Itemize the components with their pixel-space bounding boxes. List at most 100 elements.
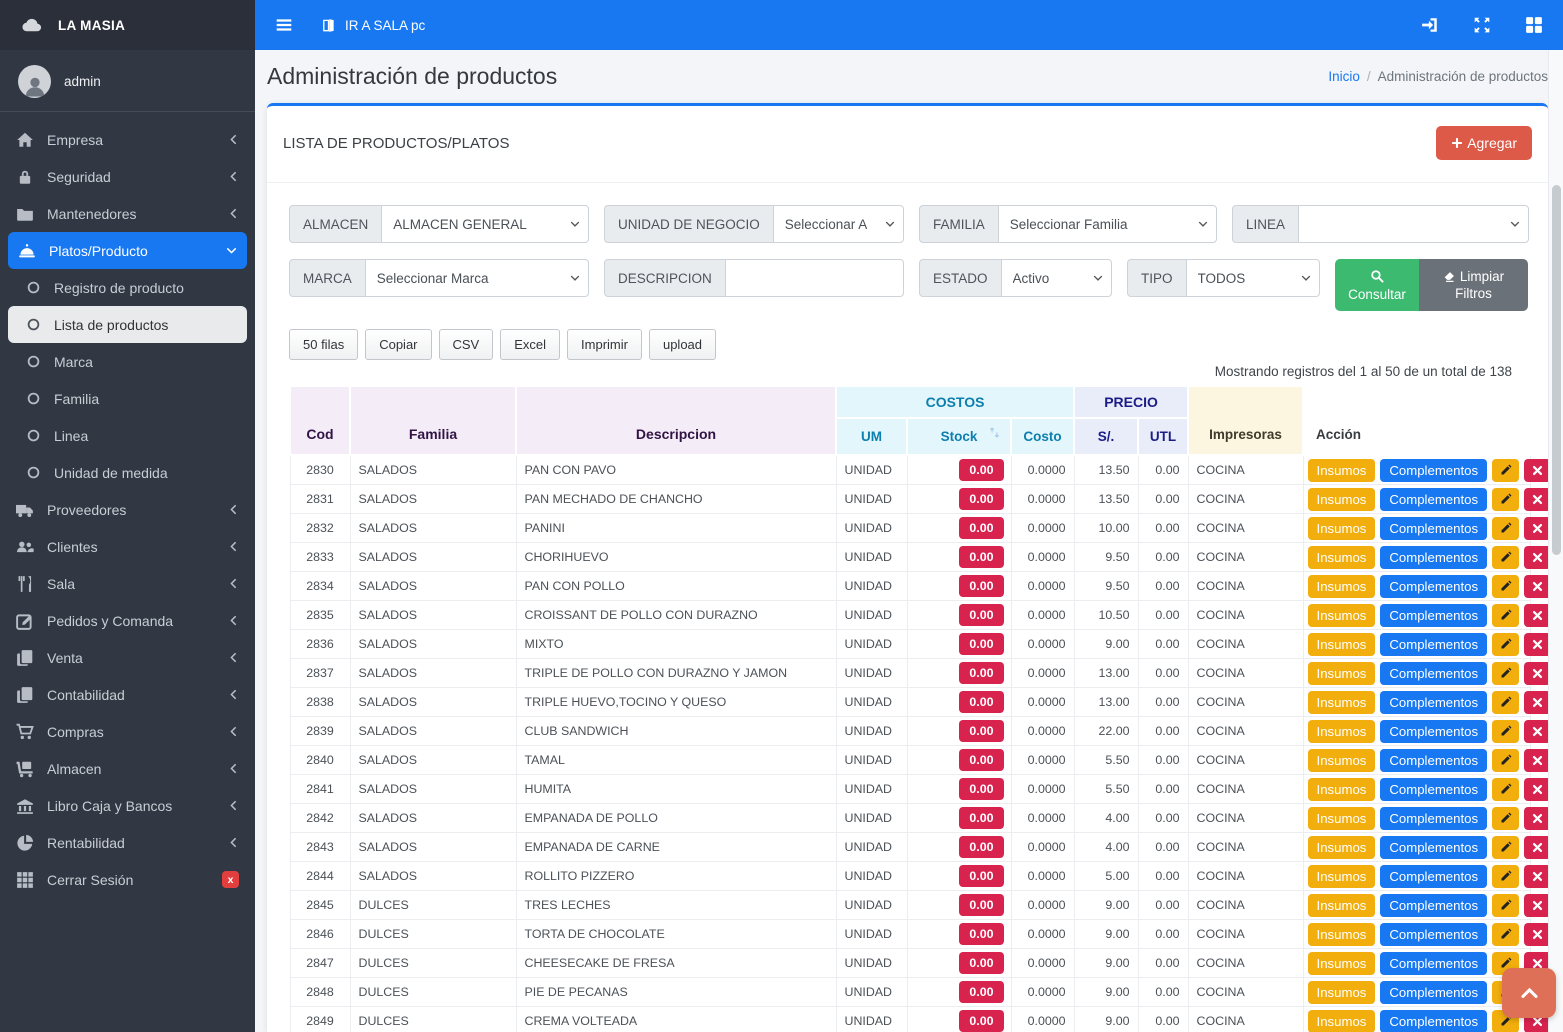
complementos-button[interactable]: Complementos [1380, 865, 1487, 888]
insumos-button[interactable]: Insumos [1308, 836, 1376, 859]
insumos-button[interactable]: Insumos [1308, 604, 1376, 627]
sidebar-item-seguridad[interactable]: Seguridad [0, 158, 255, 195]
edit-button[interactable] [1492, 488, 1519, 511]
complementos-button[interactable]: Complementos [1380, 575, 1487, 598]
export-button[interactable]: Copiar [365, 329, 431, 360]
delete-button[interactable] [1524, 575, 1551, 598]
descripcion-input[interactable] [725, 259, 904, 297]
insumos-button[interactable]: Insumos [1308, 691, 1376, 714]
insumos-button[interactable]: Insumos [1308, 662, 1376, 685]
insumos-button[interactable]: Insumos [1308, 575, 1376, 598]
insumos-button[interactable]: Insumos [1308, 923, 1376, 946]
col-header-cod[interactable]: Cod [290, 386, 350, 455]
edit-button[interactable] [1492, 778, 1519, 801]
scroll-to-top-button[interactable] [1502, 968, 1556, 1018]
sign-in-icon[interactable] [1421, 16, 1439, 34]
insumos-button[interactable]: Insumos [1308, 459, 1376, 482]
consultar-button[interactable]: Consultar [1335, 259, 1419, 311]
almacen-select[interactable]: ALMACEN GENERAL [381, 205, 589, 243]
complementos-button[interactable]: Complementos [1380, 691, 1487, 714]
sidebar-item-proveedores[interactable]: Proveedores [0, 491, 255, 528]
sidebar-item-linea[interactable]: Linea [0, 417, 255, 454]
insumos-button[interactable]: Insumos [1308, 720, 1376, 743]
delete-button[interactable] [1524, 749, 1551, 772]
complementos-button[interactable]: Complementos [1380, 633, 1487, 656]
edit-button[interactable] [1492, 749, 1519, 772]
col-header-impresoras[interactable]: Impresoras [1188, 386, 1303, 455]
complementos-button[interactable]: Complementos [1380, 488, 1487, 511]
col-header-utl[interactable]: UTL [1138, 418, 1188, 455]
sidebar-item-venta[interactable]: Venta [0, 639, 255, 676]
complementos-button[interactable]: Complementos [1380, 836, 1487, 859]
export-button[interactable]: 50 filas [289, 329, 358, 360]
delete-button[interactable] [1524, 836, 1551, 859]
delete-button[interactable] [1524, 546, 1551, 569]
delete-button[interactable] [1524, 604, 1551, 627]
grid-large-icon[interactable] [1525, 16, 1543, 34]
insumos-button[interactable]: Insumos [1308, 952, 1376, 975]
sidebar-item-libro-caja-y-bancos[interactable]: Libro Caja y Bancos [0, 787, 255, 824]
edit-button[interactable] [1492, 633, 1519, 656]
complementos-button[interactable]: Complementos [1380, 952, 1487, 975]
export-button[interactable]: CSV [439, 329, 494, 360]
sidebar-item-compras[interactable]: Compras [0, 713, 255, 750]
edit-button[interactable] [1492, 459, 1519, 482]
edit-button[interactable] [1492, 836, 1519, 859]
complementos-button[interactable]: Complementos [1380, 981, 1487, 1004]
complementos-button[interactable]: Complementos [1380, 604, 1487, 627]
delete-button[interactable] [1524, 865, 1551, 888]
sidebar-item-clientes[interactable]: Clientes [0, 528, 255, 565]
insumos-button[interactable]: Insumos [1308, 865, 1376, 888]
edit-button[interactable] [1492, 546, 1519, 569]
edit-button[interactable] [1492, 923, 1519, 946]
edit-button[interactable] [1492, 575, 1519, 598]
edit-button[interactable] [1492, 807, 1519, 830]
sort-icon[interactable] [988, 426, 1001, 439]
hamburger-icon[interactable] [275, 16, 293, 34]
sidebar-item-cerrar-sesion[interactable]: Cerrar Sesiónx [0, 861, 255, 898]
expand-icon[interactable] [1473, 16, 1491, 34]
col-header-descripcion[interactable]: Descripcion [516, 386, 836, 455]
complementos-button[interactable]: Complementos [1380, 720, 1487, 743]
sidebar-item-lista-de-productos[interactable]: Lista de productos [8, 306, 247, 343]
unidad-negocio-select[interactable]: Seleccionar A [773, 205, 904, 243]
edit-button[interactable] [1492, 720, 1519, 743]
delete-button[interactable] [1524, 517, 1551, 540]
delete-button[interactable] [1524, 488, 1551, 511]
edit-button[interactable] [1492, 662, 1519, 685]
complementos-button[interactable]: Complementos [1380, 546, 1487, 569]
insumos-button[interactable]: Insumos [1308, 546, 1376, 569]
complementos-button[interactable]: Complementos [1380, 662, 1487, 685]
sidebar-item-sala[interactable]: Sala [0, 565, 255, 602]
delete-button[interactable] [1524, 778, 1551, 801]
complementos-button[interactable]: Complementos [1380, 1010, 1487, 1032]
sidebar-item-empresa[interactable]: Empresa [0, 121, 255, 158]
complementos-button[interactable]: Complementos [1380, 459, 1487, 482]
insumos-button[interactable]: Insumos [1308, 749, 1376, 772]
col-header-costo[interactable]: Costo [1011, 418, 1074, 455]
delete-button[interactable] [1524, 923, 1551, 946]
edit-button[interactable] [1492, 865, 1519, 888]
sidebar-item-marca[interactable]: Marca [0, 343, 255, 380]
col-header-um[interactable]: UM [836, 418, 907, 455]
insumos-button[interactable]: Insumos [1308, 807, 1376, 830]
sidebar-item-mantenedores[interactable]: Mantenedores [0, 195, 255, 232]
col-header-stock[interactable]: Stock [907, 418, 1011, 455]
limpiar-filtros-button[interactable]: Limpiar Filtros [1419, 259, 1528, 311]
complementos-button[interactable]: Complementos [1380, 778, 1487, 801]
complementos-button[interactable]: Complementos [1380, 517, 1487, 540]
sidebar-item-rentabilidad[interactable]: Rentabilidad [0, 824, 255, 861]
scrollbar-track[interactable] [1548, 50, 1563, 1032]
sidebar-item-familia[interactable]: Familia [0, 380, 255, 417]
agregar-button[interactable]: Agregar [1436, 126, 1532, 160]
sidebar-item-pedidos-y-comanda[interactable]: Pedidos y Comanda [0, 602, 255, 639]
tipo-select[interactable]: TODOS [1186, 259, 1320, 297]
insumos-button[interactable]: Insumos [1308, 633, 1376, 656]
delete-button[interactable] [1524, 720, 1551, 743]
insumos-button[interactable]: Insumos [1308, 778, 1376, 801]
marca-select[interactable]: Seleccionar Marca [365, 259, 589, 297]
delete-button[interactable] [1524, 459, 1551, 482]
estado-select[interactable]: Activo [1001, 259, 1112, 297]
col-header-precio-soles[interactable]: S/. [1074, 418, 1138, 455]
col-header-familia[interactable]: Familia [350, 386, 516, 455]
